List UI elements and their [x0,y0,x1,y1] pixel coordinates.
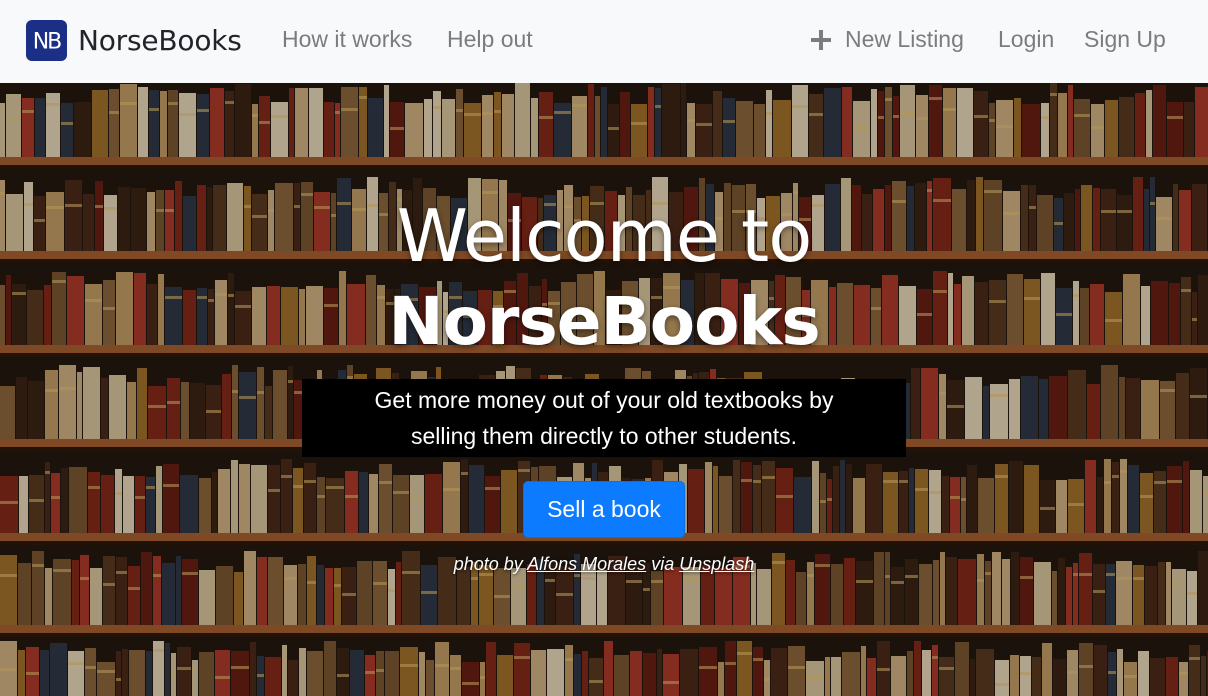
nav-login[interactable]: Login [998,26,1054,53]
unsplash-link[interactable]: Unsplash [679,554,754,574]
brand-link[interactable]: NB NorseBooks [26,20,242,61]
hero-tagline-line2: selling them directly to other students. [410,423,798,449]
brand-name: NorseBooks [78,24,242,57]
nav-new-listing[interactable]: New Listing [810,26,964,53]
hero-tagline-line1: Get more money out of your old textbooks… [374,387,834,413]
photo-credit-via: via [651,554,675,574]
nav-sign-up[interactable]: Sign Up [1084,26,1166,53]
nav-help-out[interactable]: Help out [447,26,533,53]
photo-credit-prefix: photo by [453,554,523,574]
hero-tagline: Get more money out of your old textbooks… [302,379,906,457]
sell-a-book-button[interactable]: Sell a book [523,481,685,538]
hero-title-line1: Welcome to [396,194,813,278]
nav-how-it-works[interactable]: How it works [282,26,412,53]
photo-credit: photo by Alfons Morales via Unsplash [0,554,1208,575]
navbar: NB NorseBooks How it works Help out New … [0,0,1208,83]
brand-logo-text: NB [33,30,61,55]
brand-logo-icon: NB [26,20,67,61]
hero-section: Welcome to NorseBooks Get more money out… [0,83,1208,696]
nav-new-listing-label: New Listing [845,26,964,52]
plus-icon [810,29,832,51]
hero-title-line2: NorseBooks [388,283,820,360]
photographer-link[interactable]: Alfons Morales [527,554,646,574]
